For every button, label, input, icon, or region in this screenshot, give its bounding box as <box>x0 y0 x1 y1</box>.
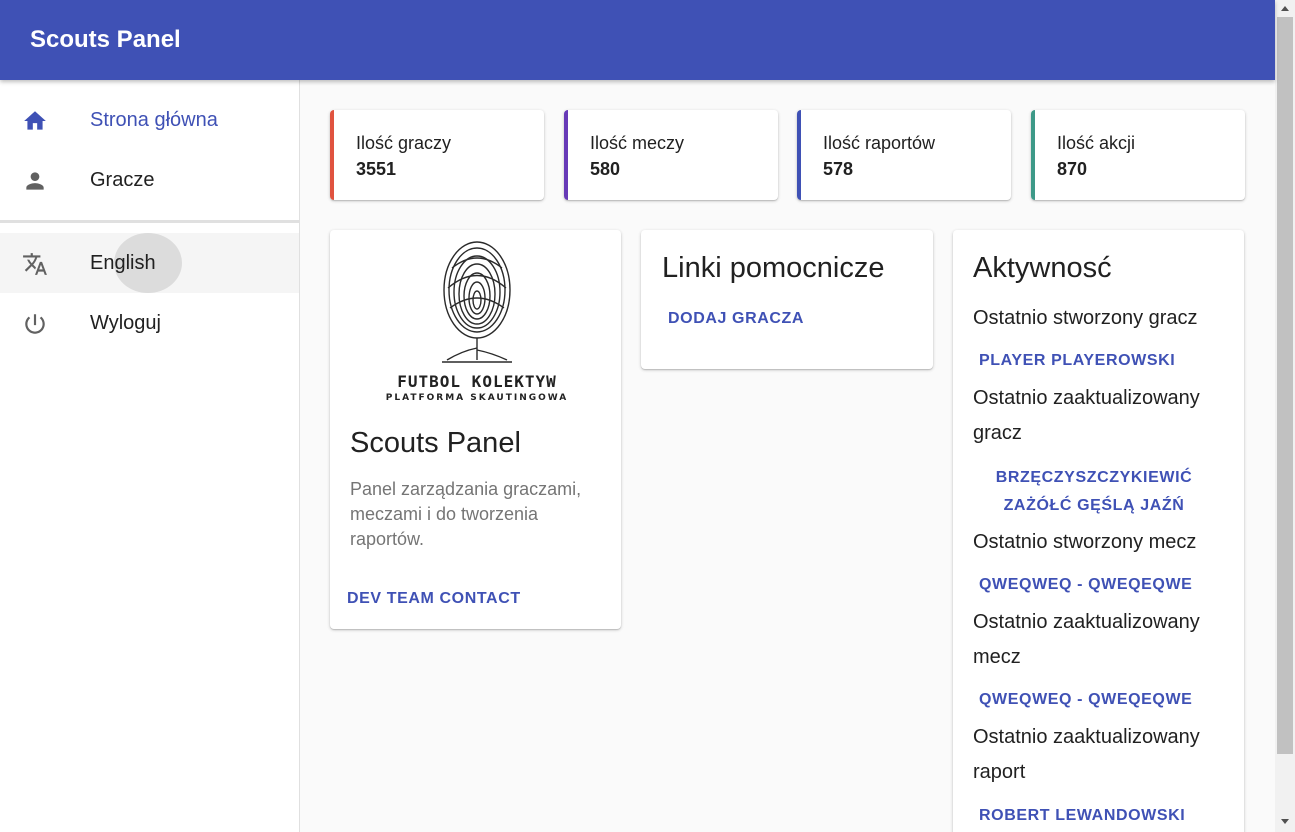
app-bar: Scouts Panel <box>0 0 1275 80</box>
stat-accent-bar <box>1031 110 1035 200</box>
page-scrollbar[interactable] <box>1275 0 1295 832</box>
person-icon <box>26 172 44 190</box>
translate-icon <box>23 253 47 275</box>
links-card: Linki pomocnicze Dodaj gracza <box>641 230 933 369</box>
sidebar-item-label: Wyloguj <box>90 312 161 334</box>
logo-wordmark: FUTBOL KOLEKTYW <box>397 372 557 391</box>
sidebar-item-label: Gracze <box>90 169 155 191</box>
stat-accent-bar <box>564 110 568 200</box>
activity-card: Aktywnosć Ostatnio stworzony gracz Playe… <box>953 230 1244 832</box>
sidebar-item-label: English <box>90 252 156 274</box>
created-player-label: Ostatnio stworzony gracz <box>973 307 1198 329</box>
about-card-description: Panel zarządzania graczami, meczami i do… <box>350 479 582 549</box>
dev-team-contact-button[interactable]: Dev team contact <box>347 590 521 608</box>
updated-report-label: Ostatnio zaaktualizowany raport <box>973 726 1200 783</box>
stat-label: Ilość graczy <box>356 133 452 153</box>
updated-report-link[interactable]: Robert Lewandowski <box>979 807 1185 825</box>
stat-accent-bar <box>330 110 334 200</box>
stat-value: 580 <box>590 159 621 179</box>
stat-value: 870 <box>1057 159 1088 179</box>
created-match-link[interactable]: qweqweq - qweqeqwe <box>979 576 1192 594</box>
home-icon <box>24 111 46 130</box>
sidebar-item-logout[interactable]: Wyloguj <box>0 293 299 353</box>
sidebar-item-home[interactable]: Strona główna <box>0 90 299 150</box>
stat-card-actions: Ilość akcji 870 <box>1031 110 1245 200</box>
fingerprint-tree-icon <box>442 241 512 363</box>
updated-match-label: Ostatnio zaaktualizowany mecz <box>973 611 1200 668</box>
sidebar: Strona główna Gracze English Wyloguj <box>0 80 300 832</box>
scrollbar-thumb[interactable] <box>1277 17 1293 754</box>
stat-card-players: Ilość graczy 3551 <box>330 110 544 200</box>
app-logo: FUTBOL KOLEKTYW PLATFORMA SKAUTINGOWA <box>382 238 572 403</box>
stat-card-matches: Ilość meczy 580 <box>564 110 778 200</box>
stat-label: Ilość akcji <box>1057 133 1136 153</box>
sidebar-divider <box>0 220 299 223</box>
sidebar-item-players[interactable]: Gracze <box>0 150 299 210</box>
links-card-title: Linki pomocnicze <box>662 252 885 284</box>
created-match-label: Ostatnio stworzony mecz <box>973 531 1197 553</box>
logo-tagline: PLATFORMA SKAUTINGOWA <box>385 393 569 403</box>
updated-player-label: Ostatnio zaaktualizowany gracz <box>973 387 1200 444</box>
scroll-up-arrow-icon[interactable] <box>1275 0 1295 17</box>
activity-card-title: Aktywnosć <box>973 252 1112 284</box>
add-player-button[interactable]: Dodaj gracza <box>668 310 804 328</box>
stat-card-reports: Ilość raportów 578 <box>797 110 1011 200</box>
app-title: Scouts Panel <box>30 26 181 53</box>
created-player-link[interactable]: Player Playerowski <box>979 352 1175 370</box>
sidebar-item-language[interactable]: English <box>0 233 299 293</box>
about-card-title: Scouts Panel <box>350 427 521 459</box>
sidebar-item-label: Strona główna <box>90 109 218 131</box>
stat-value: 578 <box>823 159 854 179</box>
about-card: FUTBOL KOLEKTYW PLATFORMA SKAUTINGOWA Sc… <box>330 230 621 629</box>
power-icon <box>25 314 45 334</box>
stat-label: Ilość raportów <box>823 133 936 153</box>
stat-value: 3551 <box>356 159 397 179</box>
stat-label: Ilość meczy <box>590 133 685 153</box>
stat-accent-bar <box>797 110 801 200</box>
scroll-down-arrow-icon[interactable] <box>1275 813 1295 830</box>
updated-match-link[interactable]: qweqweq - qweqeqwe <box>979 691 1192 709</box>
updated-player-link[interactable]: Brzęczyszczykiewić Zażółć Gęślą Jaźń <box>979 464 1209 520</box>
